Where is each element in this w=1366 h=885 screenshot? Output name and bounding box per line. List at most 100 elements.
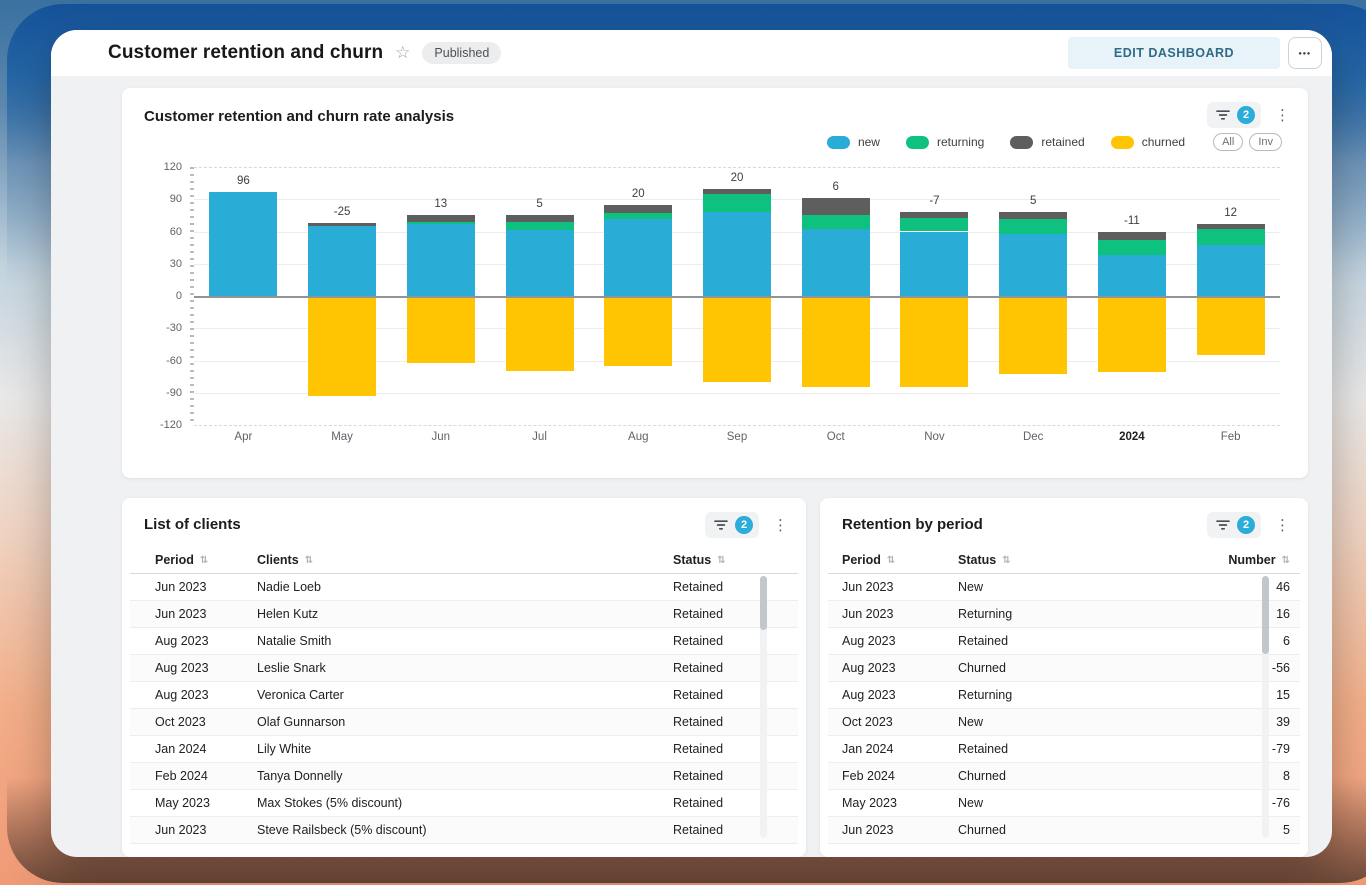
table-row[interactable]: Feb 2024Tanya DonnellyRetained <box>130 763 798 790</box>
table-row[interactable]: Aug 2023Natalie SmithRetained <box>130 628 798 655</box>
favorite-star-icon[interactable]: ☆ <box>395 43 410 63</box>
legend-item-churned[interactable]: churned <box>1111 135 1185 149</box>
bar-segment-returning[interactable] <box>999 219 1067 234</box>
table-row[interactable]: Oct 2023New39 <box>828 709 1300 736</box>
chart-filter-button[interactable]: 2 <box>1207 102 1261 128</box>
table-row[interactable]: Jun 2023Returning16 <box>828 601 1300 628</box>
edit-dashboard-button[interactable]: EDIT DASHBOARD <box>1068 37 1280 69</box>
bar-segment-retained[interactable] <box>407 215 475 221</box>
chart-kebab-menu-icon[interactable]: ⋮ <box>1271 108 1294 123</box>
bar-segment-churned[interactable] <box>1098 296 1166 372</box>
table-row[interactable]: Jun 2023New46 <box>828 574 1300 601</box>
clients-filter-button[interactable]: 2 <box>705 512 759 538</box>
column-header-number[interactable]: Number⇅ <box>1226 553 1290 567</box>
bar-segment-retained[interactable] <box>802 198 870 215</box>
bar-segment-new[interactable] <box>604 219 672 296</box>
bar-segment-new[interactable] <box>1197 245 1265 296</box>
column-header-clients[interactable]: Clients⇅ <box>257 553 673 567</box>
bar-segment-returning[interactable] <box>407 222 475 224</box>
scrollbar-track[interactable] <box>760 576 767 838</box>
scrollbar-track[interactable] <box>1262 576 1269 838</box>
bar-segment-new[interactable] <box>308 226 376 296</box>
bar-segment-churned[interactable] <box>900 296 968 387</box>
bar-segment-new[interactable] <box>209 192 277 296</box>
bar-segment-returning[interactable] <box>506 222 574 231</box>
bar-segment-new[interactable] <box>407 224 475 296</box>
bar-segment-churned[interactable] <box>308 296 376 396</box>
table-row[interactable]: Jan 2024Lily WhiteRetained <box>130 736 798 763</box>
bar-segment-retained[interactable] <box>1098 232 1166 241</box>
table-row[interactable]: Jun 2023Steve Railsbeck (5% discount)Ret… <box>130 817 798 844</box>
bar-segment-returning[interactable] <box>1098 240 1166 255</box>
table-row[interactable]: Aug 2023Retained6 <box>828 628 1300 655</box>
bar-segment-churned[interactable] <box>407 296 475 363</box>
table-row[interactable]: Feb 2024Churned8 <box>828 763 1300 790</box>
table-row[interactable]: Aug 2023Veronica CarterRetained <box>130 682 798 709</box>
column-header-period[interactable]: Period⇅ <box>842 553 958 567</box>
cell-client: Olaf Gunnarson <box>257 715 673 729</box>
table-row[interactable]: May 2023Max Stokes (5% discount)Retained <box>130 790 798 817</box>
tables-row: List of clients 2 ⋮ Period⇅Clients⇅Statu… <box>122 498 1308 857</box>
bar-segment-churned[interactable] <box>1197 296 1265 355</box>
column-header-status[interactable]: Status⇅ <box>673 553 790 567</box>
legend-label: retained <box>1041 135 1084 149</box>
bar-segment-retained[interactable] <box>604 205 672 214</box>
bar-segment-churned[interactable] <box>999 296 1067 374</box>
table-row[interactable]: Jun 2023Helen KutzRetained <box>130 601 798 628</box>
legend-item-new[interactable]: new <box>827 135 880 149</box>
legend-item-retained[interactable]: retained <box>1010 135 1084 149</box>
bar-segment-new[interactable] <box>802 229 870 296</box>
column-header-period[interactable]: Period⇅ <box>155 553 257 567</box>
table-row[interactable]: Aug 2023Returning15 <box>828 682 1300 709</box>
bar-segment-new[interactable] <box>999 234 1067 296</box>
bar-segment-new[interactable] <box>1098 255 1166 296</box>
bar-segment-retained[interactable] <box>1197 224 1265 229</box>
cell-status: Retained <box>673 715 790 729</box>
bar-segment-churned[interactable] <box>604 296 672 366</box>
bar-segment-retained[interactable] <box>308 223 376 226</box>
cell-number: 8 <box>1226 769 1290 783</box>
retention-filter-button[interactable]: 2 <box>1207 512 1261 538</box>
page-title: Customer retention and churn <box>108 42 383 64</box>
bar-segment-retained[interactable] <box>999 212 1067 218</box>
bar-segment-churned[interactable] <box>506 296 574 371</box>
bar-segment-new[interactable] <box>900 232 968 297</box>
cell-number: 39 <box>1226 715 1290 729</box>
legend-label: new <box>858 135 880 149</box>
bar-total-label: 13 <box>434 198 447 210</box>
bar-segment-new[interactable] <box>703 212 771 296</box>
bar-segment-returning[interactable] <box>1197 229 1265 245</box>
bar-segment-churned[interactable] <box>703 296 771 382</box>
bar-segment-returning[interactable] <box>703 194 771 212</box>
table-row[interactable]: Jun 2023Churned5 <box>828 817 1300 844</box>
bar-segment-returning[interactable] <box>604 213 672 218</box>
x-tick-label: 2024 <box>1119 431 1145 443</box>
toggle-all-button[interactable]: All <box>1213 133 1243 151</box>
table-row[interactable]: Jun 2023Nadie LoebRetained <box>130 574 798 601</box>
column-header-status[interactable]: Status⇅ <box>958 553 1226 567</box>
legend-swatch-returning <box>906 136 929 149</box>
bar-segment-retained[interactable] <box>900 212 968 217</box>
bar-segment-returning[interactable] <box>802 215 870 229</box>
retention-kebab-menu-icon[interactable]: ⋮ <box>1271 518 1294 533</box>
table-row[interactable]: Oct 2023Olaf GunnarsonRetained <box>130 709 798 736</box>
clients-kebab-menu-icon[interactable]: ⋮ <box>769 518 792 533</box>
bar-segment-retained[interactable] <box>506 215 574 221</box>
bar-segment-retained[interactable] <box>703 189 771 194</box>
legend-item-returning[interactable]: returning <box>906 135 984 149</box>
window-header: Customer retention and churn ☆ Published… <box>51 30 1332 76</box>
toggle-inv-button[interactable]: Inv <box>1249 133 1282 151</box>
table-row[interactable]: Aug 2023Leslie SnarkRetained <box>130 655 798 682</box>
scrollbar-thumb[interactable] <box>760 576 767 630</box>
bar-segment-churned[interactable] <box>802 296 870 387</box>
header-actions: EDIT DASHBOARD ●●● <box>1068 37 1322 69</box>
table-row[interactable]: May 2023New-76 <box>828 790 1300 817</box>
legend-swatch-new <box>827 136 850 149</box>
bar-segment-returning[interactable] <box>900 218 968 232</box>
cell-status: Retained <box>673 742 790 756</box>
table-row[interactable]: Jan 2024Retained-79 <box>828 736 1300 763</box>
scrollbar-thumb[interactable] <box>1262 576 1269 654</box>
bar-segment-new[interactable] <box>506 230 574 296</box>
table-row[interactable]: Aug 2023Churned-56 <box>828 655 1300 682</box>
more-options-button[interactable]: ●●● <box>1288 37 1322 69</box>
